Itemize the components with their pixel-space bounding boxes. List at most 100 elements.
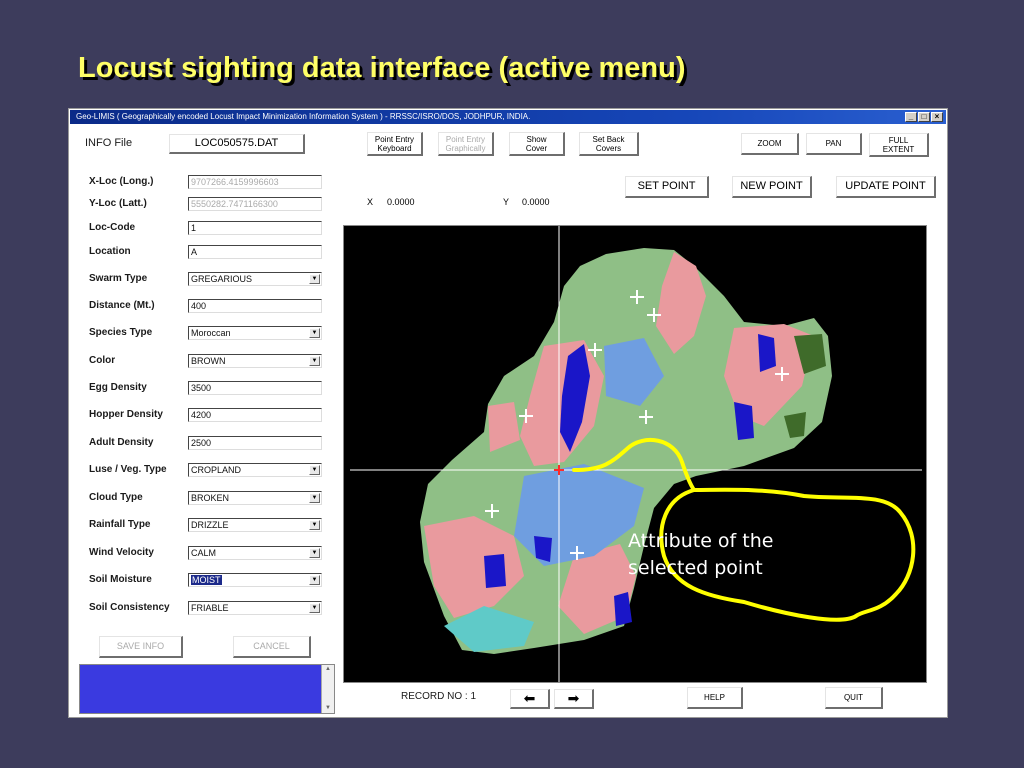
form-value: 5550282.7471166300 bbox=[191, 199, 278, 209]
window-controls: _ □ × bbox=[905, 112, 943, 122]
form-value: CROPLAND bbox=[191, 465, 242, 475]
form-value: 9707266.4159996603 bbox=[191, 177, 279, 187]
form-label: Soil Moisture bbox=[89, 574, 152, 585]
form-select[interactable]: GREGARIOUS ▼ bbox=[188, 272, 322, 286]
form-value: 1 bbox=[191, 223, 197, 233]
form-label: Egg Density bbox=[89, 382, 147, 393]
full-extent-button[interactable]: FULL EXTENT bbox=[869, 133, 929, 157]
form-value: DRIZZLE bbox=[191, 520, 229, 530]
dropdown-arrow-icon[interactable]: ▼ bbox=[309, 520, 320, 530]
dropdown-arrow-icon[interactable]: ▼ bbox=[309, 575, 320, 585]
left-arrow-icon: ⬅ bbox=[523, 690, 536, 706]
form-input[interactable]: 400 bbox=[188, 299, 322, 313]
x-coord-value: 0.0000 bbox=[387, 197, 415, 207]
minimize-button[interactable]: _ bbox=[905, 112, 917, 122]
form-input[interactable]: 9707266.4159996603 bbox=[188, 175, 322, 189]
form-label: Hopper Density bbox=[89, 409, 163, 420]
right-arrow-icon: ➡ bbox=[567, 690, 580, 706]
form-value: MOIST bbox=[191, 575, 222, 585]
new-point-button[interactable]: NEW POINT bbox=[732, 176, 812, 198]
form-value: Moroccan bbox=[191, 328, 231, 338]
form-value: 3500 bbox=[191, 383, 212, 393]
map-canvas[interactable] bbox=[344, 226, 927, 683]
form-value: BROKEN bbox=[191, 493, 230, 503]
x-coord-label: X bbox=[367, 197, 374, 207]
form-label: Soil Consistency bbox=[89, 602, 170, 613]
form-label: Luse / Veg. Type bbox=[89, 464, 167, 475]
pan-button[interactable]: PAN bbox=[806, 133, 862, 155]
close-button[interactable]: × bbox=[931, 112, 943, 122]
form-select[interactable]: MOIST ▼ bbox=[188, 573, 322, 587]
save-info-button[interactable]: SAVE INFO bbox=[99, 636, 183, 658]
map-dark-blue-cluster bbox=[484, 554, 506, 588]
info-text-area[interactable]: ▲ ▼ bbox=[79, 664, 335, 714]
form-label: Wind Velocity bbox=[89, 547, 154, 558]
set-back-covers-button[interactable]: Set Back Covers bbox=[579, 132, 639, 156]
form-input[interactable]: 1 bbox=[188, 221, 322, 235]
map-dark-blue-cluster bbox=[534, 536, 552, 562]
dropdown-arrow-icon[interactable]: ▼ bbox=[309, 548, 320, 558]
scroll-up-icon[interactable]: ▲ bbox=[323, 665, 333, 674]
form-value: BROWN bbox=[191, 356, 226, 366]
set-point-button[interactable]: SET POINT bbox=[625, 176, 709, 198]
form-value: CALM bbox=[191, 548, 217, 558]
help-button[interactable]: HELP bbox=[687, 687, 743, 709]
form-input[interactable]: 2500 bbox=[188, 436, 322, 450]
dropdown-arrow-icon[interactable]: ▼ bbox=[309, 274, 320, 284]
point-entry-graphically-button[interactable]: Point Entry Graphically bbox=[438, 132, 494, 156]
dropdown-arrow-icon[interactable]: ▼ bbox=[309, 465, 320, 475]
form-input[interactable]: 5550282.7471166300 bbox=[188, 197, 322, 211]
dropdown-arrow-icon[interactable]: ▼ bbox=[309, 328, 320, 338]
form-value: GREGARIOUS bbox=[191, 274, 253, 284]
show-cover-button[interactable]: Show Cover bbox=[509, 132, 565, 156]
zoom-button[interactable]: ZOOM bbox=[741, 133, 799, 155]
quit-button[interactable]: QUIT bbox=[825, 687, 883, 709]
window-title: Geo-LIMIS ( Geographically encoded Locus… bbox=[76, 112, 531, 121]
scroll-down-icon[interactable]: ▼ bbox=[323, 704, 333, 713]
form-value: A bbox=[191, 247, 198, 257]
form-label: Rainfall Type bbox=[89, 519, 151, 530]
form-label: Y-Loc (Latt.) bbox=[89, 198, 147, 209]
info-scrollbar[interactable]: ▲ ▼ bbox=[321, 665, 334, 713]
form-select[interactable]: BROWN ▼ bbox=[188, 354, 322, 368]
form-label: X-Loc (Long.) bbox=[89, 176, 154, 187]
form-label: Location bbox=[89, 246, 131, 257]
dropdown-arrow-icon[interactable]: ▼ bbox=[309, 356, 320, 366]
window-titlebar: Geo-LIMIS ( Geographically encoded Locus… bbox=[70, 110, 946, 124]
form-label: Loc-Code bbox=[89, 222, 136, 233]
dropdown-arrow-icon[interactable]: ▼ bbox=[309, 493, 320, 503]
form-input[interactable]: 4200 bbox=[188, 408, 322, 422]
form-value: 2500 bbox=[191, 438, 212, 448]
y-coord-value: 0.0000 bbox=[522, 197, 550, 207]
form-value: FRIABLE bbox=[191, 603, 229, 613]
info-file-label: INFO File bbox=[85, 137, 133, 149]
form-select[interactable]: Moroccan ▼ bbox=[188, 326, 322, 340]
form-value: 4200 bbox=[191, 410, 212, 420]
cancel-button[interactable]: CANCEL bbox=[233, 636, 311, 658]
form-select[interactable]: BROKEN ▼ bbox=[188, 491, 322, 505]
form-value: 400 bbox=[191, 301, 207, 311]
point-entry-keyboard-button[interactable]: Point Entry Keyboard bbox=[367, 132, 423, 156]
map-dark-blue-cluster bbox=[758, 334, 776, 372]
form-select[interactable]: DRIZZLE ▼ bbox=[188, 518, 322, 532]
slide-title: Locust sighting data interface (active m… bbox=[78, 52, 686, 84]
form-select[interactable]: CROPLAND ▼ bbox=[188, 463, 322, 477]
form-select[interactable]: CALM ▼ bbox=[188, 546, 322, 560]
form-input[interactable]: 3500 bbox=[188, 381, 322, 395]
form-input[interactable]: A bbox=[188, 245, 322, 259]
app-window: Geo-LIMIS ( Geographically encoded Locus… bbox=[68, 108, 948, 718]
form-label: Distance (Mt.) bbox=[89, 300, 155, 311]
maximize-button[interactable]: □ bbox=[918, 112, 930, 122]
y-coord-label: Y bbox=[503, 197, 510, 207]
form-label: Swarm Type bbox=[89, 273, 148, 284]
next-record-button[interactable]: ➡ bbox=[554, 689, 594, 709]
map-view[interactable] bbox=[343, 225, 927, 683]
dropdown-arrow-icon[interactable]: ▼ bbox=[309, 603, 320, 613]
info-file-field[interactable]: LOC050575.DAT bbox=[169, 134, 305, 154]
form-label: Color bbox=[89, 355, 116, 366]
form-label: Cloud Type bbox=[89, 492, 143, 503]
form-select[interactable]: FRIABLE ▼ bbox=[188, 601, 322, 615]
prev-record-button[interactable]: ⬅ bbox=[510, 689, 550, 709]
update-point-button[interactable]: UPDATE POINT bbox=[836, 176, 936, 198]
record-number: RECORD NO : 1 bbox=[401, 691, 477, 702]
